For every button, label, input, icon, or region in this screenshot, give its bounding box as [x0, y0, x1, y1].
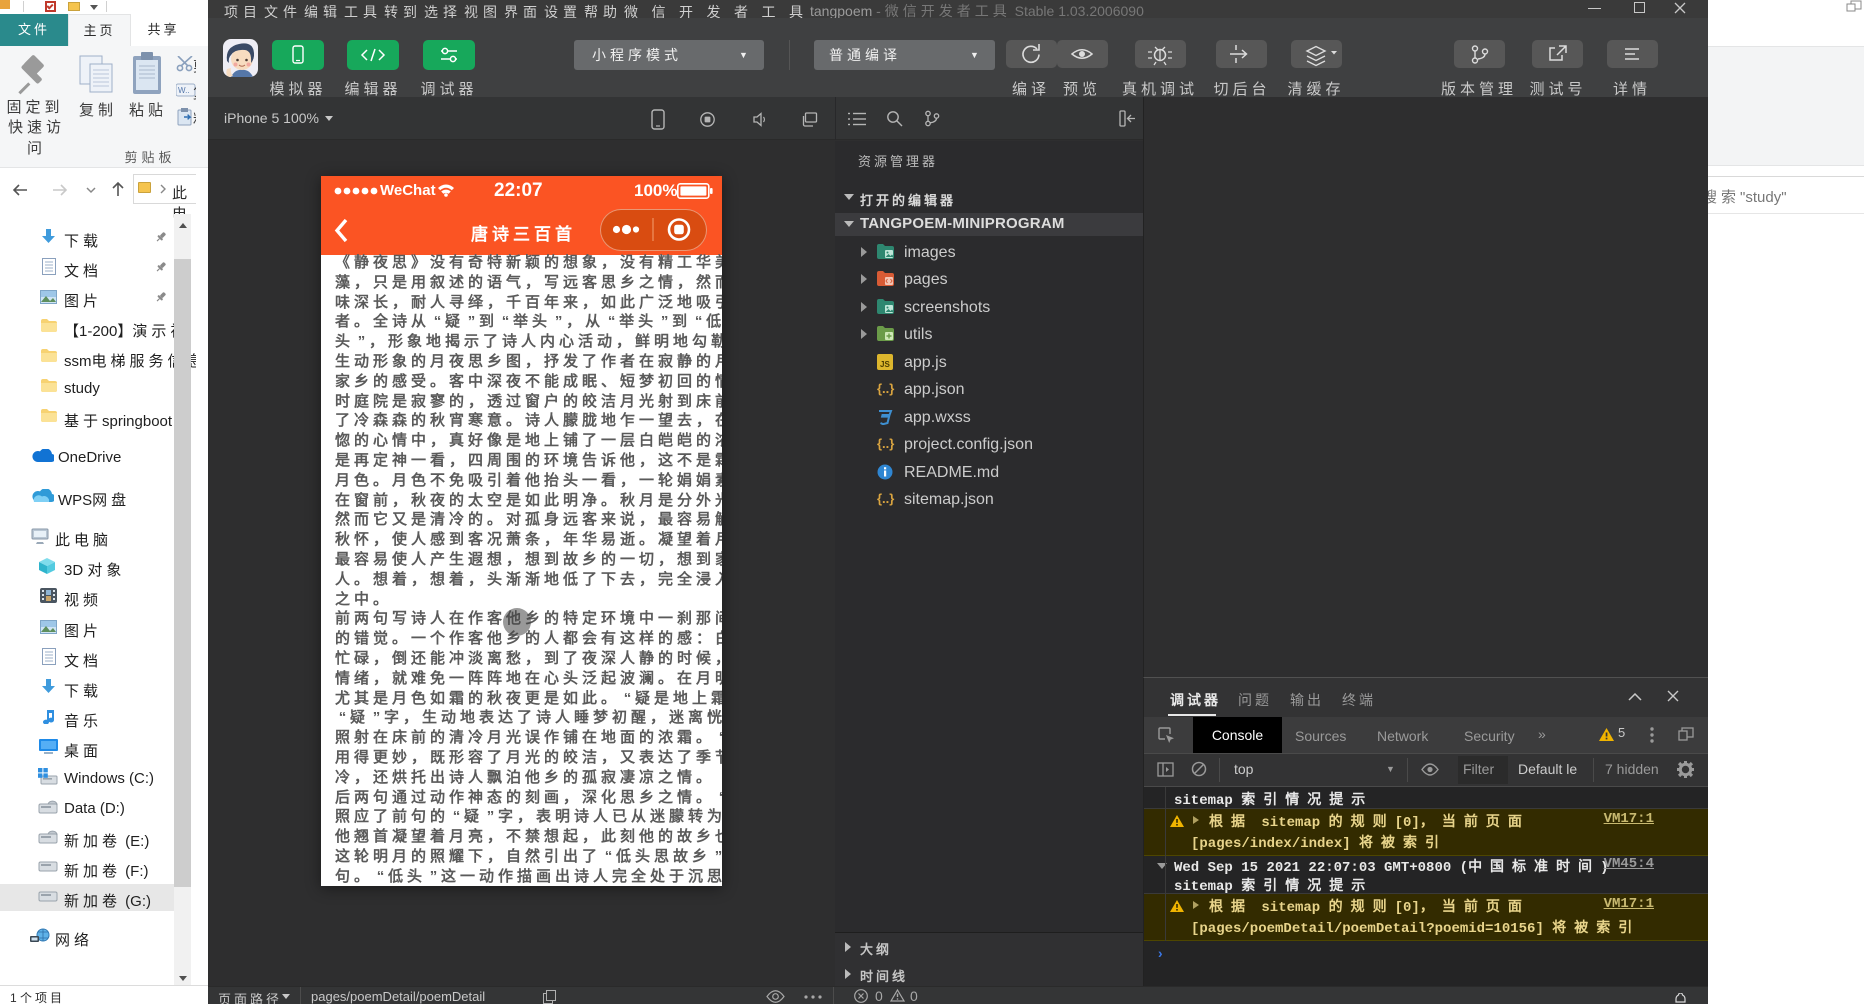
svg-text:W..: W..: [178, 86, 190, 95]
svg-text:JS: JS: [880, 360, 890, 369]
